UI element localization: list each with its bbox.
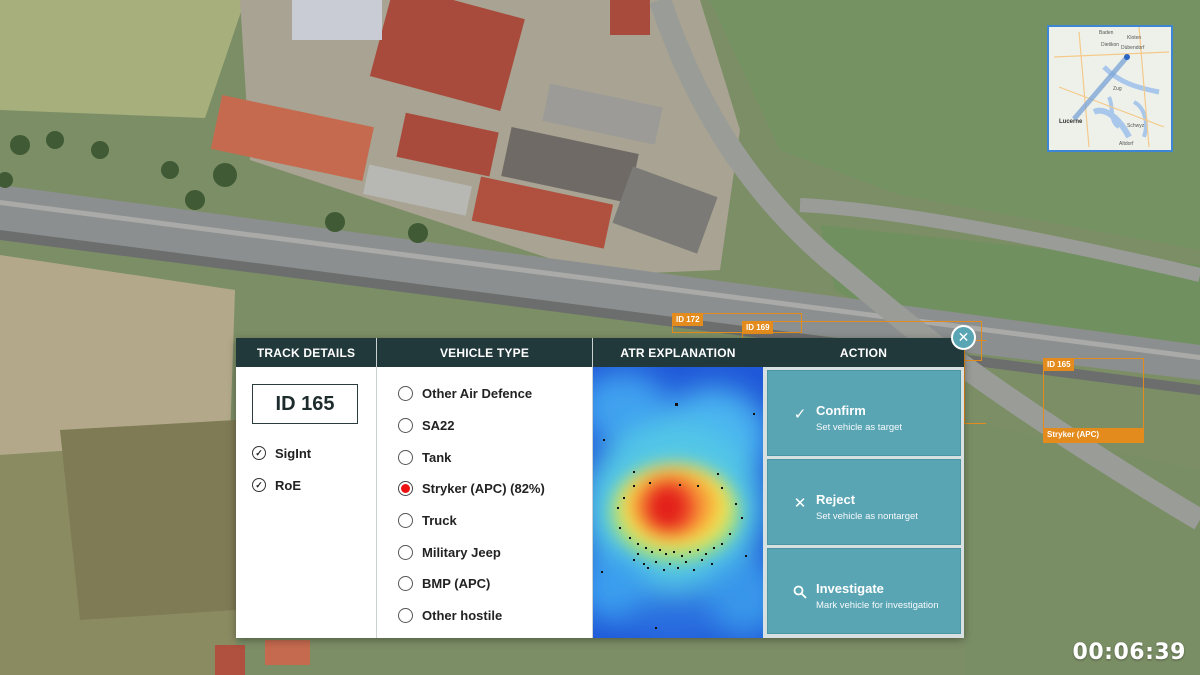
vehicle-option-stryker[interactable]: Stryker (APC) (82%) xyxy=(377,473,592,505)
minimap-place: Dübendorf xyxy=(1121,45,1145,51)
reject-subtitle: Set vehicle as nontarget xyxy=(816,511,918,522)
radio-button[interactable] xyxy=(398,608,413,624)
vehicle-option-label: Truck xyxy=(422,513,457,529)
investigate-subtitle: Mark vehicle for investigation xyxy=(816,600,939,611)
track-panel: TRACK DETAILS ID 165 ✓ SigInt ✓ RoE VEHI… xyxy=(236,338,964,638)
investigate-title: Investigate xyxy=(816,581,884,596)
close-panel-button[interactable]: ✕ xyxy=(951,325,976,350)
vehicle-option-other-hostile[interactable]: Other hostile xyxy=(377,600,592,632)
action-header: ACTION xyxy=(763,338,964,367)
minimap-place: Altdorf xyxy=(1119,141,1134,147)
detection-box-165[interactable]: ID 165 Stryker (APC) xyxy=(1043,358,1144,443)
atr-heatmap xyxy=(593,367,763,638)
vehicle-option-label: SA22 xyxy=(422,418,455,434)
vehicle-option-label: BMP (APC) xyxy=(422,576,491,592)
vehicle-type-column: VEHICLE TYPE Other Air Defence SA22 Tank… xyxy=(377,338,593,638)
check-roe: ✓ RoE xyxy=(252,469,376,501)
investigate-button[interactable]: Investigate Mark vehicle for investigati… xyxy=(767,548,961,634)
confirm-button[interactable]: ✓ Confirm Set vehicle as target xyxy=(767,370,961,456)
action-column: ACTION ✓ Confirm Set vehicle as target ✕… xyxy=(763,338,964,638)
radio-button[interactable] xyxy=(398,449,413,465)
close-icon: ✕ xyxy=(957,329,970,345)
vehicle-option-bmp[interactable]: BMP (APC) xyxy=(377,568,592,600)
detection-label: ID 169 xyxy=(743,322,773,334)
vehicle-option-label: Stryker (APC) (82%) xyxy=(422,481,545,497)
track-id: ID 165 xyxy=(252,384,358,424)
reject-title: Reject xyxy=(816,492,856,507)
radio-button-selected[interactable] xyxy=(398,481,413,497)
vehicle-option-label: Other Air Defence xyxy=(422,386,533,402)
minimap-place: Dietikon xyxy=(1101,42,1119,48)
check-circle-icon: ✓ xyxy=(252,478,266,492)
minimap-place: Kloten xyxy=(1127,35,1141,41)
detection-box-secondary[interactable] xyxy=(964,340,986,424)
track-details-header: TRACK DETAILS xyxy=(236,338,376,367)
minimap-place: Baden xyxy=(1099,30,1114,36)
minimap-place: Zug xyxy=(1113,86,1122,92)
minimap[interactable]: Baden Kloten Dietikon Dübendorf Zug Luce… xyxy=(1047,25,1173,152)
vehicle-option-label: Other hostile xyxy=(422,608,503,624)
detection-label: ID 165 xyxy=(1044,359,1074,371)
radio-button[interactable] xyxy=(398,544,413,560)
radio-button[interactable] xyxy=(398,576,413,592)
radio-button[interactable] xyxy=(398,386,413,402)
radio-button[interactable] xyxy=(398,418,413,434)
confirm-title: Confirm xyxy=(816,403,866,418)
reject-button[interactable]: ✕ Reject Set vehicle as nontarget xyxy=(767,459,961,545)
x-icon: ✕ xyxy=(793,495,807,512)
check-circle-icon: ✓ xyxy=(252,446,266,460)
vehicle-type-list: Other Air Defence SA22 Tank Stryker (APC… xyxy=(377,367,592,632)
vehicle-option-tank[interactable]: Tank xyxy=(377,441,592,473)
mission-timer: 00:06:39 xyxy=(1072,640,1186,665)
vehicle-option-label: Military Jeep xyxy=(422,544,501,560)
minimap-place: Lucerne xyxy=(1059,119,1083,125)
track-details-column: TRACK DETAILS ID 165 ✓ SigInt ✓ RoE xyxy=(236,338,377,638)
check-label: RoE xyxy=(275,477,301,493)
vehicle-option-truck[interactable]: Truck xyxy=(377,505,592,537)
check-sigint: ✓ SigInt xyxy=(252,437,376,469)
check-label: SigInt xyxy=(275,445,312,461)
vehicle-option-military-jeep[interactable]: Military Jeep xyxy=(377,536,592,568)
atr-explanation-header: ATR EXPLANATION xyxy=(593,338,763,367)
minimap-place: Schwyz xyxy=(1127,123,1145,129)
magnifier-icon xyxy=(792,585,808,602)
check-icon: ✓ xyxy=(793,406,807,423)
radio-button[interactable] xyxy=(398,513,413,529)
vehicle-option-sa22[interactable]: SA22 xyxy=(377,410,592,442)
detection-label: ID 172 xyxy=(673,314,703,326)
atr-explanation-column: ATR EXPLANATION xyxy=(593,338,763,638)
action-stack: ✓ Confirm Set vehicle as target ✕ Reject… xyxy=(763,367,964,638)
detection-class-label: Stryker (APC) xyxy=(1044,428,1143,442)
confirm-subtitle: Set vehicle as target xyxy=(816,422,903,433)
vehicle-option-other-air-defence[interactable]: Other Air Defence xyxy=(377,378,592,410)
vehicle-type-header: VEHICLE TYPE xyxy=(377,338,592,367)
vehicle-option-label: Tank xyxy=(422,449,452,465)
